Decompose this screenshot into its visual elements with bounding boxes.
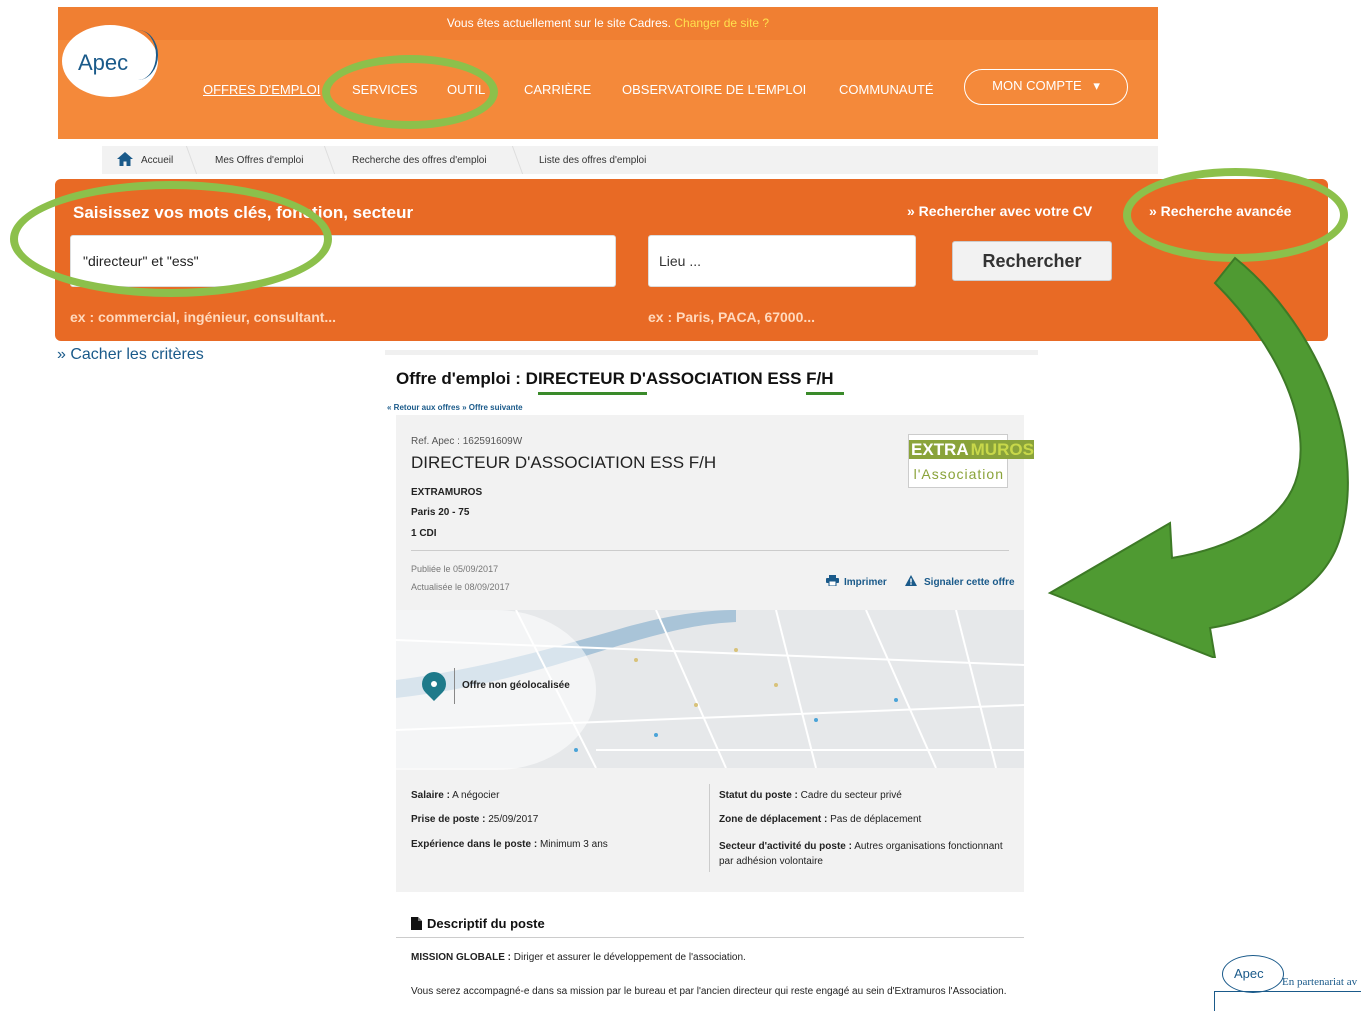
print-link[interactable]: Imprimer xyxy=(826,575,887,588)
job-title: DIRECTEUR D'ASSOCIATION ESS F/H xyxy=(411,453,717,472)
chevron-down-icon: ▾ xyxy=(1093,78,1100,93)
keywords-hint: ex : commercial, ingénieur, consultant..… xyxy=(70,309,337,325)
nav-carriere[interactable]: CARRIÈRE xyxy=(524,82,591,97)
contract-type: 1 CDI xyxy=(411,528,437,539)
warning-icon xyxy=(905,575,917,586)
nav-observatoire[interactable]: OBSERVATOIRE DE L'EMPLOI xyxy=(622,82,806,97)
detail-label: Secteur d'activité du poste : xyxy=(719,841,852,852)
detail-start-date: Prise de poste : 25/09/2017 xyxy=(411,814,538,825)
printer-icon xyxy=(826,575,839,587)
detail-value: Cadre du secteur privé xyxy=(800,790,902,801)
mission-label: MISSION GLOBALE : xyxy=(411,952,511,963)
site-switch-bar: Vous êtes actuellement sur le site Cadre… xyxy=(58,7,1158,40)
details-divider xyxy=(709,784,710,872)
document-icon xyxy=(411,917,422,930)
detail-experience: Expérience dans le poste : Minimum 3 ans xyxy=(411,839,608,850)
nav-communaute[interactable]: COMMUNAUTÉ xyxy=(839,82,934,97)
highlight-underline xyxy=(806,392,844,395)
highlight-underline xyxy=(538,392,647,395)
detail-label: Expérience dans le poste : xyxy=(411,839,538,850)
company-logo-top: EXTRA MUROS xyxy=(909,440,1034,464)
annotation-arrow xyxy=(1047,256,1349,658)
map-label: Offre non géolocalisée xyxy=(462,680,570,691)
breadcrumb-mes-offres[interactable]: Mes Offres d'emploi xyxy=(215,155,303,166)
location-hint: ex : Paris, PACA, 67000... xyxy=(648,309,816,325)
offer-heading-suffix: F/H xyxy=(801,369,834,388)
detail-value: Minimum 3 ans xyxy=(539,839,608,850)
account-button[interactable]: MON COMPTE ▾ xyxy=(964,69,1128,105)
annotation-ring-keywords xyxy=(10,181,332,297)
location-input[interactable]: Lieu ... xyxy=(648,235,916,287)
home-icon[interactable] xyxy=(117,152,133,166)
partner-text: En partenariat av xyxy=(1282,976,1358,988)
offer-nav-links[interactable]: « Retour aux offres » Offre suivante xyxy=(387,403,523,412)
offer-heading: Offre d'emploi : DIRECTEUR D'ASSOCIATION… xyxy=(396,369,834,389)
company-logo-bottom: l'Association xyxy=(913,466,1004,482)
partner-logo-text: Apec xyxy=(1234,966,1264,981)
job-location: Paris 20 - 75 xyxy=(411,507,470,518)
mission-value: Diriger et assurer le développement de l… xyxy=(513,952,746,963)
hide-criteria-link[interactable]: » Cacher les critères xyxy=(57,346,204,364)
detail-travel-zone: Zone de déplacement : Pas de déplacement xyxy=(719,814,921,825)
map-pin-dot xyxy=(431,681,437,687)
report-label: Signaler cette offre xyxy=(924,577,1015,588)
breadcrumb-accueil[interactable]: Accueil xyxy=(141,155,173,166)
logo-text: Apec xyxy=(78,50,129,75)
offer-heading-mid: D'ASSOCIATION xyxy=(624,369,768,388)
detail-salary: Salaire : A négocier xyxy=(411,790,499,801)
updated-date: Actualisée le 08/09/2017 xyxy=(411,582,510,592)
account-label: MON COMPTE xyxy=(992,78,1082,93)
report-offer-link[interactable]: Signaler cette offre xyxy=(905,575,1015,588)
company-logo-muros: MUROS xyxy=(970,440,1034,459)
mission-text: MISSION GLOBALE : Diriger et assurer le … xyxy=(411,952,746,963)
detail-label: Prise de poste : xyxy=(411,814,486,825)
published-date: Publiée le 05/09/2017 xyxy=(411,564,499,574)
detail-label: Zone de déplacement : xyxy=(719,814,828,825)
offer-heading-prefix: Offre d'emploi : xyxy=(396,369,526,388)
breadcrumb-liste: Liste des offres d'emploi xyxy=(539,155,647,166)
offer-tabs-strip xyxy=(385,350,1038,355)
card-divider xyxy=(411,550,1009,551)
detail-value: A négocier xyxy=(452,790,500,801)
detail-status: Statut du poste : Cadre du secteur privé xyxy=(719,790,902,801)
annotation-ring-services xyxy=(322,55,498,129)
detail-sector: Secteur d'activité du poste : Autres org… xyxy=(719,839,1009,869)
offer-heading-word1: DIRECTEUR xyxy=(525,369,625,388)
nav-offres-emploi[interactable]: OFFRES D'EMPLOI xyxy=(203,82,320,97)
accompaniment-text: Vous serez accompagné-e dans sa mission … xyxy=(411,986,1007,997)
company-name: EXTRAMUROS xyxy=(411,487,483,498)
partner-box xyxy=(1214,991,1361,1011)
description-title: Descriptif du poste xyxy=(427,916,545,931)
search-with-cv-link[interactable]: » Rechercher avec votre CV xyxy=(907,203,1092,219)
map-label-separator xyxy=(454,668,455,704)
offer-reference: Ref. Apec : 162591609W xyxy=(411,436,523,447)
site-switch-text: Vous êtes actuellement sur le site Cadre… xyxy=(446,16,672,30)
print-label: Imprimer xyxy=(844,577,887,588)
detail-label: Salaire : xyxy=(411,790,450,801)
change-site-link[interactable]: Changer de site ? xyxy=(674,16,769,30)
detail-label: Statut du poste : xyxy=(719,790,798,801)
description-divider xyxy=(396,937,1024,938)
detail-value: Pas de déplacement xyxy=(830,814,922,825)
breadcrumb-recherche[interactable]: Recherche des offres d'emploi xyxy=(352,155,487,166)
detail-value: 25/09/2017 xyxy=(488,814,539,825)
offer-heading-word2: ESS xyxy=(767,369,802,388)
company-logo-extra: EXTRA xyxy=(909,440,971,459)
